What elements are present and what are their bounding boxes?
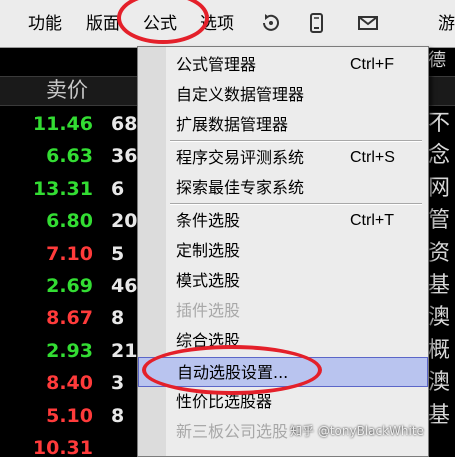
right-column-cell: 基 bbox=[428, 273, 451, 298]
sell-price-cell: 2.69 bbox=[46, 275, 93, 297]
menu-item[interactable]: 扩展数据管理器 bbox=[138, 110, 428, 140]
right-column-cell: 基 bbox=[428, 402, 451, 428]
volume-cell: 20 bbox=[111, 210, 138, 233]
sell-price-cell: 7.10 bbox=[46, 242, 93, 265]
menu-item-label: 新三板公司选股 bbox=[176, 422, 289, 441]
right-column-cell: 澳 bbox=[428, 305, 451, 331]
volume-cell: 6 bbox=[111, 177, 125, 200]
sell-price-cell: 6.63 bbox=[46, 145, 93, 168]
refresh-icon[interactable] bbox=[260, 12, 282, 34]
volume-cell: 8 bbox=[111, 307, 125, 330]
menu-edge-text[interactable]: 游 bbox=[438, 13, 455, 35]
volume-cell: 68 bbox=[111, 113, 138, 135]
sell-price-cell: 10.31 bbox=[32, 437, 93, 455]
volume-cell: 46 bbox=[111, 275, 138, 297]
menu-item-shortcut: Ctrl+T bbox=[350, 212, 394, 229]
menu-item-label: 插件选股 bbox=[176, 301, 241, 320]
volume-cell: 5 bbox=[111, 242, 125, 265]
volume-cell: 21 bbox=[111, 339, 138, 362]
menu-item-label: 模式选股 bbox=[176, 271, 241, 290]
right-column-cell: 不 bbox=[428, 111, 451, 136]
right-column-cell: 澳 bbox=[428, 370, 451, 396]
sell-price-cell: 6.80 bbox=[46, 210, 93, 233]
menu-item[interactable]: 探索最佳专家系统 bbox=[138, 173, 428, 203]
menu-item[interactable]: 公式管理器 Ctrl+F bbox=[138, 50, 428, 80]
annotation-circle-auto-select bbox=[142, 345, 322, 395]
right-column-cell: 概 bbox=[428, 337, 451, 363]
menu-item[interactable]: 模式选股 bbox=[138, 266, 428, 296]
menu-item-label: 公式管理器 bbox=[176, 55, 257, 74]
menu-item: 插件选股 bbox=[138, 296, 428, 326]
menu-separator bbox=[170, 140, 422, 142]
sell-price-cell: 8.67 bbox=[46, 307, 93, 330]
menu-layout[interactable]: 版面 bbox=[86, 13, 120, 35]
menu-item-shortcut: Ctrl+S bbox=[350, 149, 395, 166]
mail-icon[interactable] bbox=[357, 12, 379, 34]
right-column-cell: 管 bbox=[428, 208, 451, 234]
sell-price-cell: 2.93 bbox=[46, 339, 93, 362]
volume-cell: 8 bbox=[111, 404, 125, 427]
phone-icon[interactable] bbox=[305, 12, 327, 34]
watermark: 知乎 @tonyBlackWhite bbox=[290, 424, 424, 438]
menu-bar: 功能 版面 公式 选项 游 bbox=[0, 0, 455, 48]
menu-item-label: 扩展数据管理器 bbox=[176, 115, 289, 134]
menu-item[interactable]: 程序交易评测系统 Ctrl+S bbox=[138, 143, 428, 173]
menu-item-label: 程序交易评测系统 bbox=[176, 148, 305, 167]
volume-cell: 362 bbox=[111, 145, 139, 168]
right-column-cell: 念 bbox=[428, 143, 451, 169]
menu-item[interactable]: 性价比选股器 bbox=[138, 387, 428, 417]
sell-price-cell: 11.46 bbox=[32, 113, 93, 135]
volume-cell: 3 bbox=[111, 372, 125, 395]
menu-item[interactable]: 自定义数据管理器 bbox=[138, 80, 428, 110]
column-header-right: 德 bbox=[428, 50, 446, 71]
menu-item-label: 定制选股 bbox=[176, 241, 241, 260]
sell-price-header[interactable]: 卖价 bbox=[46, 75, 88, 105]
right-column-cell: 网 bbox=[428, 175, 451, 201]
menu-item[interactable]: 定制选股 bbox=[138, 236, 428, 266]
menu-item[interactable]: 条件选股 Ctrl+T bbox=[138, 206, 428, 236]
menu-function[interactable]: 功能 bbox=[28, 13, 62, 35]
menu-separator bbox=[170, 203, 422, 205]
formula-dropdown-menu: 公式管理器 Ctrl+F 自定义数据管理器 扩展数据管理器 程序交易评测系统 Ctrl+S… bbox=[137, 46, 429, 457]
menu-item-label: 自定义数据管理器 bbox=[176, 85, 305, 104]
right-column-cell: 资 bbox=[428, 240, 451, 266]
sell-price-cell: 8.40 bbox=[46, 372, 93, 395]
sell-price-cell: 13.31 bbox=[32, 177, 93, 200]
sell-price-cell: 5.10 bbox=[46, 404, 93, 427]
menu-item-label: 条件选股 bbox=[176, 211, 241, 230]
menu-item-shortcut: Ctrl+F bbox=[350, 56, 394, 73]
menu-item-label: 探索最佳专家系统 bbox=[176, 178, 305, 197]
